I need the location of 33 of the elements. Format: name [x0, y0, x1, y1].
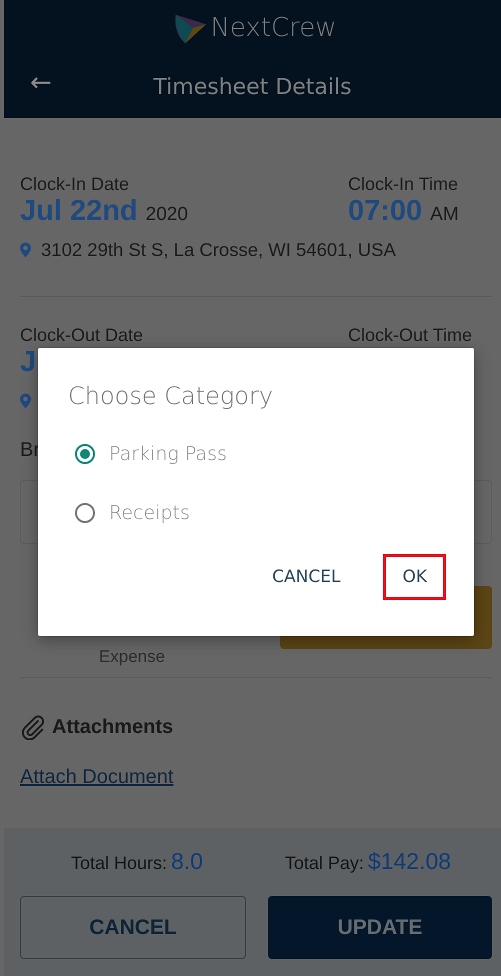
- total-label: Total Pay:: [284, 853, 364, 874]
- time-value: 07:00: [348, 195, 422, 228]
- back-button[interactable]: ←: [26, 68, 56, 98]
- field-label: Clock-In Date: [20, 174, 130, 195]
- date-value: Jul 22nd: [20, 195, 138, 228]
- field-label: Clock-Out Time: [348, 325, 474, 346]
- field-label: Clock-Out Date: [20, 325, 144, 346]
- option-label[interactable]: Parking Pass: [109, 443, 227, 465]
- location-pin-icon: [20, 242, 31, 258]
- brand-name: NextCrew: [210, 13, 337, 43]
- location-pin-icon: [20, 393, 31, 409]
- update-button[interactable]: UPDATE: [268, 896, 492, 959]
- dialog-button[interactable]: OK: [383, 554, 446, 600]
- paperclip-icon: [20, 714, 46, 740]
- option-label[interactable]: Receipts: [109, 502, 190, 524]
- dialog-title: Choose Category: [67, 381, 274, 410]
- total-label: Total Hours:: [70, 853, 167, 874]
- date-value: J: [20, 346, 36, 379]
- screen-title: Timesheet Details: [153, 74, 352, 100]
- field-label: Clock-In Time: [348, 174, 460, 195]
- cancel-button[interactable]: CANCEL: [20, 896, 246, 959]
- total-value: $142.08: [368, 848, 452, 875]
- radio-button[interactable]: [75, 444, 95, 464]
- section-title: Attachments: [52, 716, 174, 738]
- radio-button[interactable]: [75, 503, 95, 523]
- address-text: 3102 29th St S, La Crosse, WI 54601, USA: [41, 239, 396, 261]
- expense-caption: Expense: [98, 647, 166, 667]
- meridiem-value: AM: [430, 204, 459, 226]
- dialog-button[interactable]: CANCEL: [253, 554, 360, 600]
- section-label: Br: [20, 439, 40, 462]
- attach-document-link[interactable]: Attach Document: [20, 766, 174, 789]
- total-value: 8.0: [170, 848, 203, 875]
- year-value: 2020: [146, 204, 188, 226]
